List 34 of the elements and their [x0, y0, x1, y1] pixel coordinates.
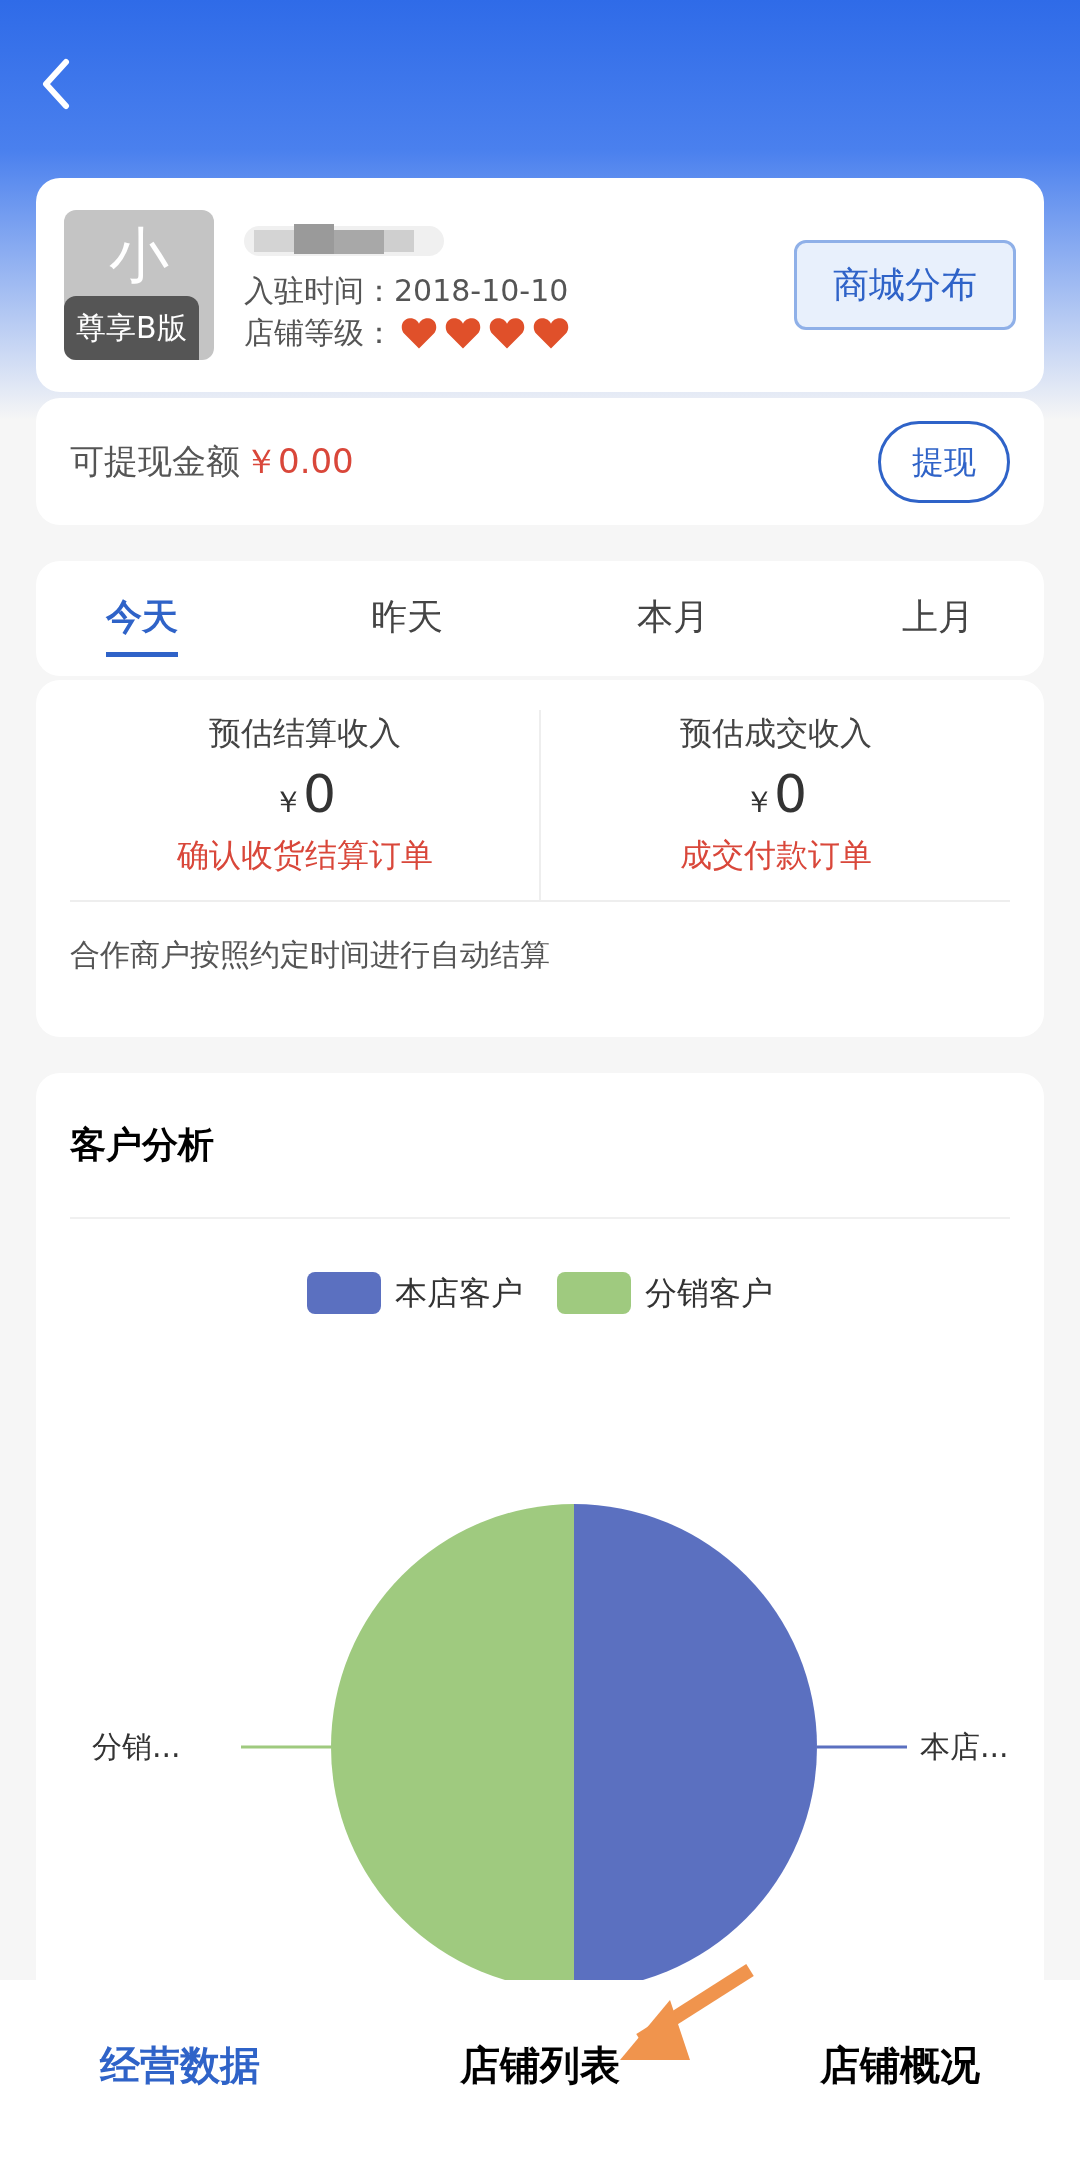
legend-label: 本店客户 — [395, 1273, 523, 1314]
legend-label: 分销客户 — [645, 1273, 773, 1314]
back-icon[interactable] — [40, 58, 70, 110]
join-date: 入驻时间：2018-10-10 — [244, 272, 570, 310]
nav-tab[interactable]: 店铺列表 — [460, 2035, 620, 2095]
heart-icon — [400, 316, 438, 350]
date-tab[interactable]: 本月 — [636, 561, 709, 676]
date-tab[interactable]: 昨天 — [371, 561, 444, 676]
avatar-text: 小 — [109, 222, 169, 288]
settlement-note: 合作商户按照约定时间进行自动结算 — [70, 937, 550, 972]
currency-sign: ￥ — [272, 783, 303, 821]
stat-title: 预估成交收入 — [679, 713, 872, 754]
order-link[interactable]: 确认收货结算订单 — [176, 832, 433, 878]
level-label: 店铺等级： — [244, 314, 394, 352]
balance-amount: ￥0.00 — [244, 440, 354, 483]
stat-title: 预估结算收入 — [208, 713, 401, 754]
edition-badge: 尊享B版 — [64, 296, 199, 360]
balance-label: 可提现金额 — [70, 440, 240, 483]
date-tab[interactable]: 今天 — [106, 561, 178, 676]
heart-icon — [532, 316, 570, 350]
order-link[interactable]: 成交付款订单 — [679, 832, 872, 878]
slice-label: 本店... — [920, 1728, 1009, 1766]
heart-icon — [444, 316, 482, 350]
currency-sign: ￥ — [743, 783, 774, 821]
withdraw-button[interactable]: 提现 — [878, 420, 1010, 503]
date-tab[interactable]: 上月 — [902, 561, 974, 676]
heart-icon — [488, 316, 526, 350]
mall-distribution-button[interactable]: 商城分布 — [794, 240, 1016, 330]
nav-tab[interactable]: 经营数据 — [100, 2035, 260, 2095]
slice-label: 分销... — [92, 1728, 181, 1766]
nav-tab[interactable]: 店铺概况 — [820, 2035, 980, 2095]
stat-value: 0 — [773, 764, 808, 824]
stat-value: 0 — [302, 764, 337, 824]
section-title: 客户分析 — [70, 1123, 214, 1167]
